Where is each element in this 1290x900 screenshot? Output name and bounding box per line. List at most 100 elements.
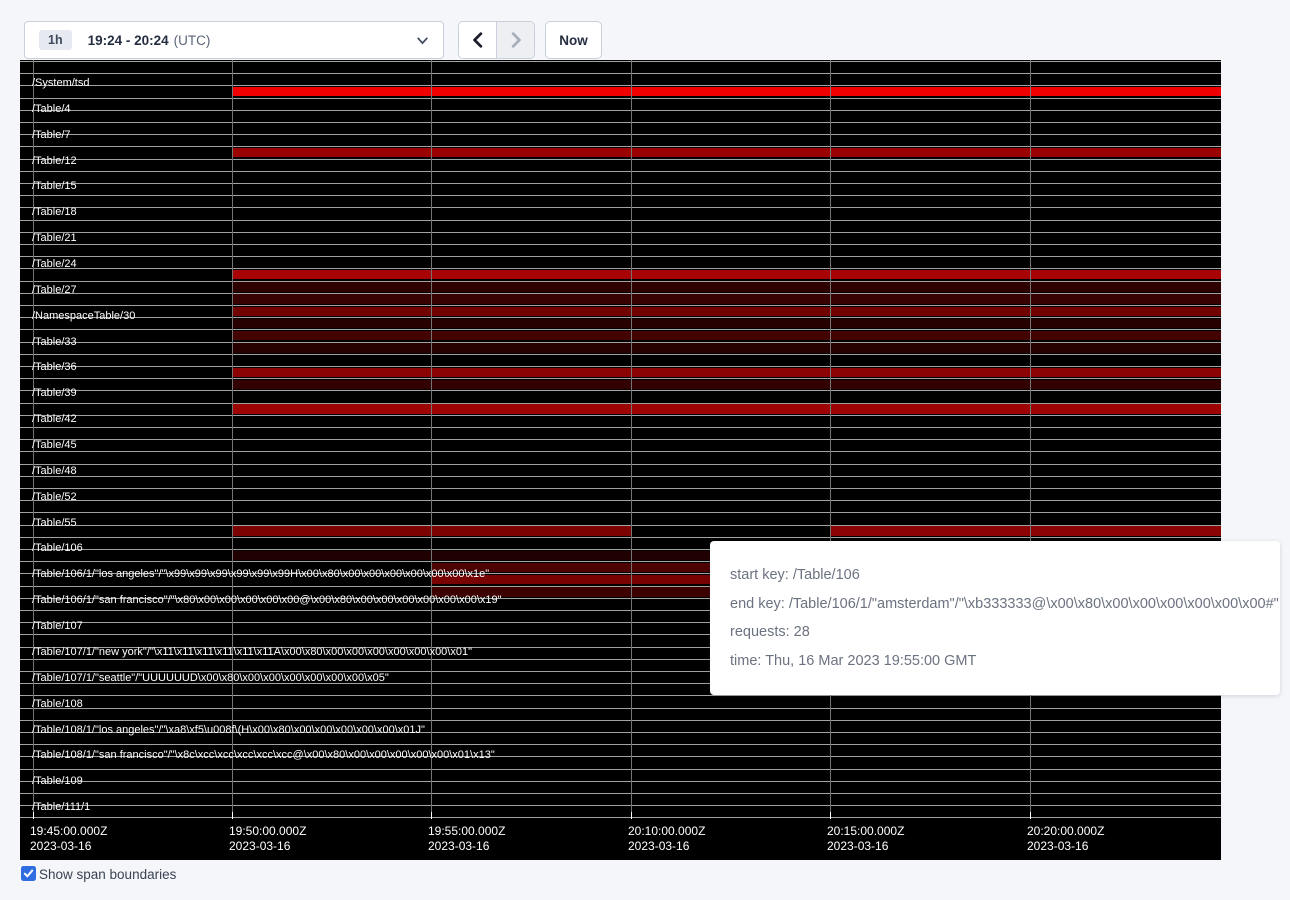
show-span-boundaries-label: Show span boundaries [39, 866, 176, 883]
heat-band [232, 319, 1221, 329]
show-span-boundaries-checkbox[interactable] [21, 866, 36, 881]
span-boundary-line [20, 793, 1221, 794]
x-axis-label: 19:55:00.000Z2023-03-16 [428, 824, 505, 854]
span-boundary-line [20, 305, 1221, 306]
x-axis-label: 20:10:00.000Z2023-03-16 [628, 824, 705, 854]
span-key-label: /Table/24 [32, 258, 77, 271]
span-boundary-line [20, 708, 1221, 709]
span-key-label: /Table/52 [32, 491, 77, 504]
span-boundary-line [20, 293, 1221, 294]
tooltip-start-key: start key: /Table/106 [730, 567, 1260, 583]
x-axis-tick [431, 812, 432, 819]
span-boundary-line [20, 390, 1221, 391]
span-boundary-line [20, 207, 1221, 208]
span-boundary-line [20, 232, 1221, 233]
span-key-label: /Table/107 [32, 620, 83, 633]
x-axis-tick [631, 812, 632, 819]
x-axis-label: 19:50:00.000Z2023-03-16 [229, 824, 306, 854]
time-nav-group [458, 21, 535, 59]
span-boundary-line [20, 720, 1221, 721]
tooltip-requests: requests: 28 [730, 624, 1260, 640]
span-key-label: /Table/109 [32, 775, 83, 788]
span-key-label: /Table/108 [32, 698, 83, 711]
span-key-label: /Table/12 [32, 155, 77, 168]
span-boundary-line [20, 537, 1221, 538]
span-key-label: /Table/107/1/"new york"/"\x11\x11\x11\x1… [32, 646, 472, 659]
span-boundary-line [20, 317, 1221, 318]
span-boundary-line [20, 244, 1221, 245]
chevron-left-icon [471, 32, 485, 48]
now-button[interactable]: Now [545, 21, 602, 59]
heat-band [232, 307, 1221, 317]
previous-interval-button[interactable] [459, 22, 496, 58]
span-key-label: /Table/108/1/"san francisco"/"\x8c\xcc\x… [32, 749, 495, 762]
span-key-label: /Table/45 [32, 439, 77, 452]
heat-band [232, 331, 1221, 341]
span-boundary-line [20, 171, 1221, 172]
span-key-label: /Table/39 [32, 387, 77, 400]
span-boundary-line [20, 427, 1221, 428]
heat-band [232, 148, 1221, 158]
span-key-label: /Table/48 [32, 465, 77, 478]
heat-band [830, 526, 1221, 536]
span-boundary-line [20, 366, 1221, 367]
span-boundary-line [20, 342, 1221, 343]
span-key-label: /Table/33 [32, 336, 77, 349]
heat-band [232, 282, 1221, 292]
time-range-preset-badge: 1h [39, 30, 72, 51]
span-key-label: /NamespaceTable/30 [32, 310, 135, 323]
chevron-down-icon [416, 34, 429, 47]
span-boundary-line [20, 73, 1221, 74]
span-boundary-line [20, 781, 1221, 782]
span-boundary-line [20, 805, 1221, 806]
heat-band [232, 270, 1221, 280]
span-boundary-line [20, 256, 1221, 257]
heat-band [232, 368, 1221, 378]
span-boundary-line [20, 488, 1221, 489]
time-gridline [232, 60, 233, 818]
show-span-boundaries-toggle: Show span boundaries [21, 866, 176, 883]
x-axis-label: 20:20:00.000Z2023-03-16 [1027, 824, 1104, 854]
span-boundary-line [20, 268, 1221, 269]
span-boundary-line [20, 354, 1221, 355]
key-visualizer-canvas[interactable]: /System/tsd/Table/4/Table/7/Table/12/Tab… [20, 60, 1221, 860]
span-key-label: /Table/36 [32, 361, 77, 374]
span-boundary-line [20, 439, 1221, 440]
next-interval-button[interactable] [496, 22, 534, 58]
tooltip-end-key: end key: /Table/106/1/"amsterdam"/"\xb33… [730, 596, 1260, 612]
x-axis-tick [830, 812, 831, 819]
span-boundary-line [20, 415, 1221, 416]
span-key-label: /Table/106/1/"los angeles"/"\x99\x99\x99… [32, 568, 489, 581]
span-key-label: /Table/108/1/"los angeles"/"\xa8\xf5\u00… [32, 724, 425, 737]
time-gridline [431, 60, 432, 818]
span-boundary-line [20, 769, 1221, 770]
span-boundary-line [20, 195, 1221, 196]
span-key-label: /Table/27 [32, 284, 77, 297]
span-boundary-line [20, 817, 1221, 818]
span-boundary-line [20, 85, 1221, 86]
heat-band [232, 404, 1221, 414]
span-boundary-line [20, 159, 1221, 160]
span-boundary-line [20, 451, 1221, 452]
span-boundary-line [20, 512, 1221, 513]
span-key-label: /Table/21 [32, 232, 77, 245]
span-boundary-line [20, 744, 1221, 745]
span-boundary-line [20, 98, 1221, 99]
time-gridline [830, 60, 831, 818]
span-key-label: /Table/7 [32, 129, 71, 142]
span-key-label: /Table/42 [32, 413, 77, 426]
time-range-dropdown[interactable]: 1h 19:24 - 20:24 (UTC) [24, 21, 444, 59]
span-key-label: /Table/107/1/"seattle"/"UUUUUUD\x00\x80\… [32, 672, 389, 685]
heat-band [232, 343, 1221, 353]
span-boundary-line [20, 183, 1221, 184]
tooltip-time: time: Thu, 16 Mar 2023 19:55:00 GMT [730, 653, 1260, 669]
bucket-tooltip: start key: /Table/106 end key: /Table/10… [710, 541, 1280, 695]
x-axis-label: 20:15:00.000Z2023-03-16 [827, 824, 904, 854]
span-boundary-line [20, 476, 1221, 477]
x-axis-tick [232, 812, 233, 819]
span-boundary-line [20, 146, 1221, 147]
span-key-label: /Table/15 [32, 180, 77, 193]
chevron-right-icon [509, 32, 523, 48]
checkmark-icon [23, 868, 34, 879]
span-key-label: /System/tsd [32, 77, 89, 90]
